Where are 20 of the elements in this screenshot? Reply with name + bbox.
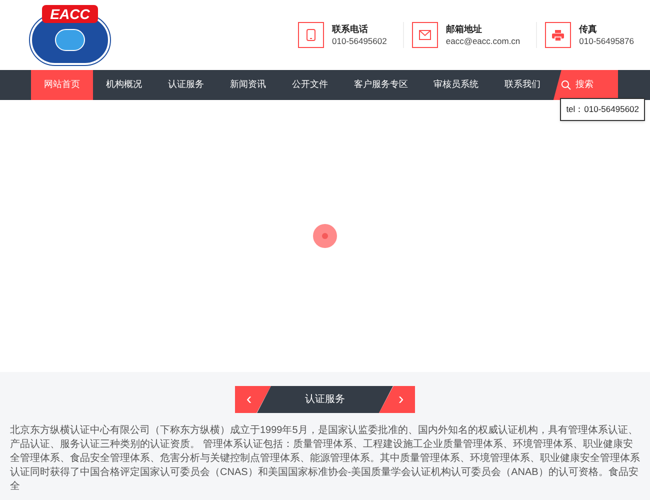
contact-label: 联系电话 [332,24,370,34]
nav-item[interactable]: 机构概况 [92,70,155,100]
nav-item[interactable]: 审核员系统 [420,70,492,100]
nav-item[interactable]: 客户服务专区 [340,70,421,100]
printer-icon [552,30,564,40]
intro-paragraph: 北京东方纵横认证中心有限公司（下称东方纵横）成立于1999年5月，是国家认监委批准的、国内外知名的权威认证机构，具有管理体系认证、产品认证、服务认证三种类别的认证资质。 管理体系认证包括：质量管理体系、工程建设施工企业质量管理体系、环境管理体系、职业健康安全管理体系、食品安全管理体系、危害分析与关键控制点管理体系、能源管理体系。其中质量管理体系、环境管理体系、职业健康安全管理体系认证同时获得了中国合格评定国家认可委员会（CNAS）和美国国家标准协会-美国质量学会认证机构认可委员会（ANAB）的认可资格。食品安全 [9,424,641,494]
phone-tooltip: tel：010-56495602 [560,98,645,121]
nav-item[interactable]: 新闻资讯 [216,70,279,100]
search-icon [561,80,572,90]
mail-icon [418,30,431,40]
phone-icon [306,29,316,41]
loading-spinner-icon [313,224,337,248]
contact-label: 邮箱地址 [446,24,483,34]
contact-value: eacc@eacc.com.cn [446,36,520,46]
contact-label: 传真 [579,24,598,34]
contact-value: 010-56495876 [579,36,634,46]
nav-item[interactable]: 认证服务 [154,70,217,100]
contact-value: 010-56495602 [332,36,387,46]
nav-item[interactable]: 联系我们 [491,70,554,100]
nav-item[interactable]: 公开文件 [278,70,341,100]
